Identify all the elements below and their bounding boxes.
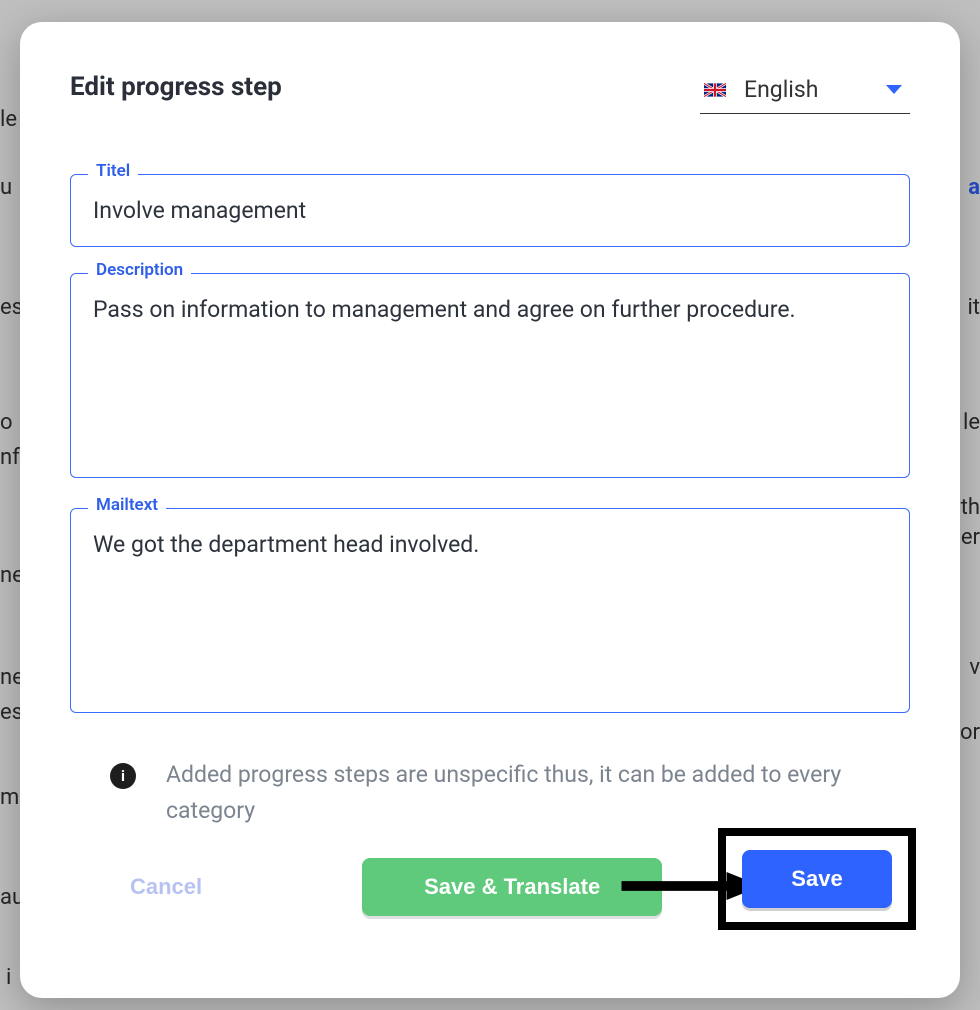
description-field-group: Description [70, 273, 910, 482]
save-button[interactable]: Save [742, 850, 892, 908]
mailtext-field-group: Mailtext [70, 508, 910, 717]
description-textarea[interactable] [70, 273, 910, 478]
save-and-translate-button[interactable]: Save & Translate [362, 858, 662, 916]
mailtext-textarea[interactable] [70, 508, 910, 713]
edit-progress-step-modal: Edit progress step English Titel Descrip… [20, 22, 960, 998]
description-label: Description [88, 260, 191, 280]
titel-input[interactable] [70, 174, 910, 247]
language-label: English [744, 76, 868, 103]
language-select[interactable]: English [700, 72, 910, 114]
button-row: Cancel Save & Translate Save [70, 858, 910, 916]
titel-field-group: Titel [70, 174, 910, 247]
modal-header: Edit progress step English [70, 72, 910, 114]
modal-title: Edit progress step [70, 72, 282, 102]
titel-label: Titel [88, 161, 138, 181]
cancel-button[interactable]: Cancel [130, 858, 232, 916]
caret-down-icon [886, 85, 902, 94]
info-icon: i [110, 763, 136, 789]
mailtext-label: Mailtext [88, 495, 166, 515]
uk-flag-icon [704, 83, 726, 97]
annotation-highlight-box: Save [718, 828, 916, 930]
info-text: Added progress steps are unspecific thus… [166, 757, 910, 828]
info-row: i Added progress steps are unspecific th… [70, 743, 910, 828]
